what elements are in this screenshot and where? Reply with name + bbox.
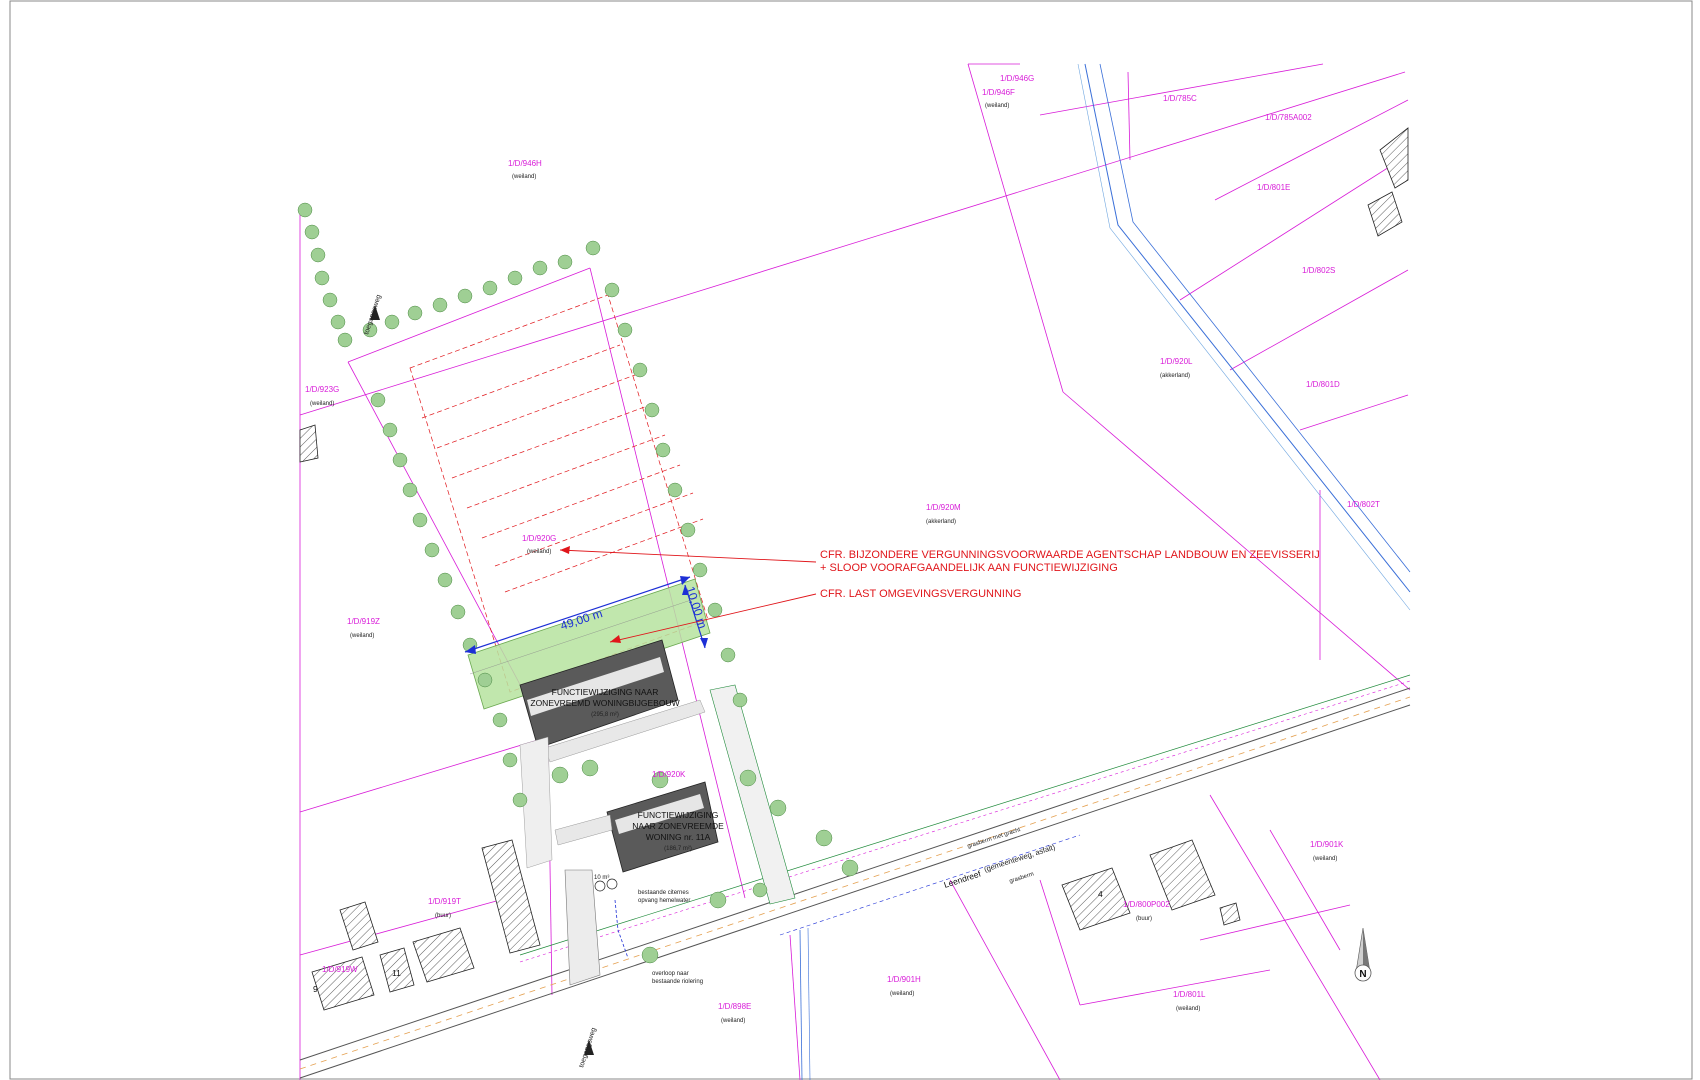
- parcel-919w-id: 1/D/919W: [322, 965, 358, 974]
- parcel-920m-id: 1/D/920M: [926, 503, 961, 512]
- parcel-920k-id: 1/D/920K: [652, 770, 686, 779]
- parcel-898e-use: (weiland): [721, 1018, 745, 1024]
- parcel-901h-id: 1/D/901H: [887, 975, 921, 984]
- outbuilding-area: (295,8 m²): [591, 712, 619, 718]
- parcel-946f-id: 1/D/946F: [982, 88, 1015, 97]
- annotation-condition-line1: CFR. BIJZONDERE VERGUNNINGSVOORWAARDE AG…: [820, 549, 1320, 561]
- parcel-919z-id: 1/D/919Z: [347, 617, 380, 626]
- parcel-946f-use: (weiland): [985, 103, 1009, 109]
- parcel-801e-id: 1/D/801E: [1257, 183, 1290, 192]
- sheet-frame: [9, 0, 1693, 1080]
- house-label-line1: FUNCTIEWIJZIGING: [638, 810, 719, 820]
- cistern-label-line1: bestaande citernes: [638, 890, 689, 896]
- site-plan-drawing: 1/D/946G 1/D/946F (weiland) 1/D/785C 1/D…: [9, 0, 1693, 1080]
- parcel-800p002-use: (buur): [1136, 916, 1152, 922]
- parcel-785c-id: 1/D/785C: [1163, 94, 1197, 103]
- parcel-920g-use: (weiland): [527, 549, 551, 555]
- parcel-946h-id: 1/D/946H: [508, 159, 542, 168]
- parcel-920l-id: 1/D/920L: [1160, 357, 1193, 366]
- house-area: (186,7 m²): [664, 846, 692, 852]
- parcel-801d-id: 1/D/801D: [1306, 380, 1340, 389]
- parcel-923g-id: 1/D/923G: [305, 385, 339, 394]
- parcel-901k-use: (weiland): [1313, 856, 1337, 862]
- house-number-4: 4: [1098, 889, 1103, 899]
- parcel-785a002-id: 1/D/785A002: [1265, 113, 1312, 122]
- parcel-920l-use: (akkerland): [1160, 373, 1190, 379]
- overflow-label-line2: bestaande riolering: [652, 979, 703, 985]
- parcel-919z-use: (weiland): [350, 633, 374, 639]
- overflow-label-line1: overloop naar: [652, 971, 689, 977]
- outbuilding-label-line1: FUNCTIEWIJZIGING NAAR: [552, 687, 659, 697]
- house-label-line2: NAAR ZONEVREEMDE: [632, 821, 724, 831]
- house-number-11: 11: [392, 968, 401, 978]
- parcel-946h-use: (weiland): [512, 174, 536, 180]
- parcel-946g-id: 1/D/946G: [1000, 74, 1034, 83]
- parcel-802t-id: 1/D/802T: [1347, 500, 1380, 509]
- parcel-801l-use: (weiland): [1176, 1006, 1200, 1012]
- annotation-permit-charge: CFR. LAST OMGEVINGSVERGUNNING: [820, 588, 1022, 600]
- parcel-801l-id: 1/D/801L: [1173, 990, 1206, 999]
- parcel-901k-id: 1/D/901K: [1310, 840, 1344, 849]
- cistern-volume: 10 m³: [594, 875, 609, 881]
- parcel-800p002-id: 1/D/800P002: [1123, 900, 1170, 909]
- annotation-condition-line2: + SLOOP VOORAFGAANDELIJK AAN FUNCTIEWIJZ…: [820, 562, 1118, 574]
- parcel-919t-id: 1/D/919T: [428, 897, 461, 906]
- parcel-923g-use: (weiland): [310, 401, 334, 407]
- north-arrow-label: N: [1359, 969, 1366, 980]
- parcel-920m-use: (akkerland): [926, 519, 956, 525]
- parcel-920g-id: 1/D/920G: [522, 534, 556, 543]
- house-label-line3: WONING nr. 11A: [646, 832, 711, 842]
- parcel-898e-id: 1/D/898E: [718, 1002, 751, 1011]
- outbuilding-label-line2: ZONEVREEMD WONINGBIJGEBOUW: [530, 698, 679, 708]
- house-number-9: 9: [313, 984, 318, 994]
- cistern-label-line2: opvang hemelwater: [638, 898, 690, 904]
- parcel-901h-use: (weiland): [890, 991, 914, 997]
- parcel-919t-use: (buur): [435, 913, 451, 919]
- parcel-802s-id: 1/D/802S: [1302, 266, 1335, 275]
